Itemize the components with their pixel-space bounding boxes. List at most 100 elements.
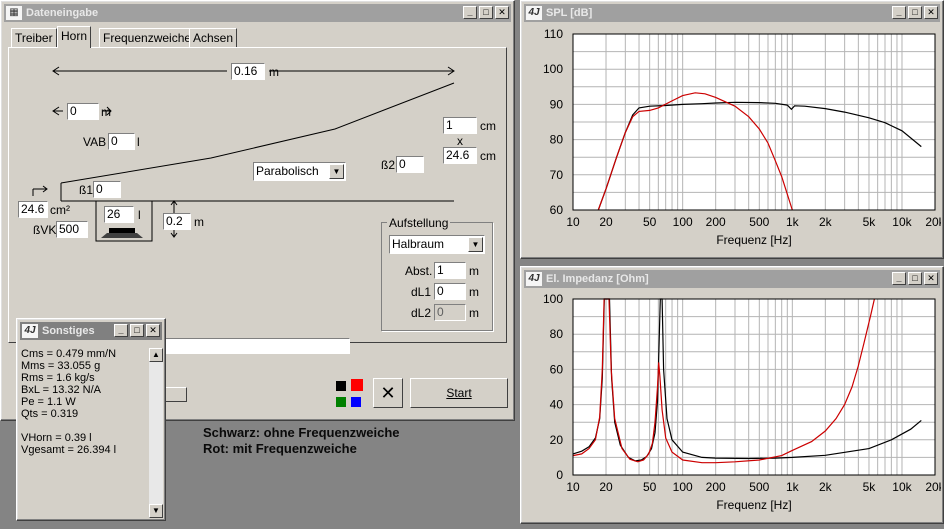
dl2-input: 0 — [434, 304, 466, 321]
throat-area-input[interactable]: 24.6 — [18, 201, 48, 218]
vab-unit: l — [137, 135, 140, 149]
spl-titlebar[interactable]: 4J SPL [dB] _ □ ✕ — [524, 4, 940, 22]
impedance-window: 4J El. Impedanz [Ohm] _ □ ✕ 0 20 40 60 80 100… — [520, 266, 944, 524]
spl-chart: 60 70 80 90 100 110 10 20 50 100 200 500 1k 2k 5k 10k 20… — [543, 27, 941, 247]
scroll-down-button[interactable]: ▼ — [149, 504, 163, 518]
info-line: VHorn = 0.39 l — [21, 432, 92, 444]
y-tick-label: 0 — [556, 468, 563, 482]
spl-title: SPL [dB] — [546, 7, 593, 19]
dl1-label: dL1 — [411, 285, 432, 299]
x-tick-label: 100 — [673, 480, 693, 494]
b1-input[interactable]: 0 — [93, 181, 121, 198]
gap-input[interactable]: 0.2 — [163, 213, 191, 230]
x-tick-label: 200 — [706, 480, 726, 494]
color-red-square[interactable] — [351, 379, 363, 391]
sonstiges-title: Sonstiges — [42, 325, 95, 337]
dl2-unit: m — [469, 306, 479, 320]
mouth-height-input[interactable]: 24.6 — [443, 147, 477, 164]
color-blue-square[interactable] — [351, 397, 361, 407]
b2-input[interactable]: 0 — [396, 156, 424, 173]
chevron-down-icon[interactable]: ▼ — [468, 237, 483, 252]
color-black-square[interactable] — [336, 381, 346, 391]
offset-input[interactable]: 0 — [67, 103, 99, 120]
x-tick-label: 10 — [566, 215, 580, 229]
mouth-width-input[interactable]: 1 — [443, 117, 477, 134]
x-tick-label: 20 — [599, 215, 613, 229]
sonstiges-scrollbar[interactable]: ▲ ▼ — [149, 348, 163, 518]
x-tick-label: 50 — [643, 215, 657, 229]
throat-area-unit: cm² — [50, 203, 70, 217]
legend-black: Schwarz: ohne Frequenzweiche — [203, 425, 400, 440]
y-tick-label: 60 — [550, 203, 564, 217]
x-tick-label: 50 — [643, 480, 657, 494]
x-tick-label: 5k — [863, 215, 877, 229]
bvk-input[interactable]: 500 — [56, 221, 88, 238]
x-axis-label: Frequenz [Hz] — [716, 498, 791, 512]
y-tick-label: 90 — [550, 97, 564, 111]
comment-input[interactable] — [161, 338, 350, 354]
chevron-down-icon[interactable]: ▼ — [329, 164, 344, 179]
dl1-input[interactable]: 0 — [434, 283, 466, 300]
x-tick-label: 20k — [925, 480, 941, 494]
x-tick-label: 500 — [749, 215, 769, 229]
tab-horn[interactable]: Horn — [57, 26, 92, 48]
abst-label: Abst. — [405, 264, 433, 278]
sonstiges-content: Cms = 0.479 mm/N Mms = 33.055 g Rms = 1.6 … — [21, 348, 147, 518]
x-tick-label: 20k — [925, 215, 941, 229]
info-line: Mms = 33.055 g — [21, 360, 101, 372]
offset-unit: m — [101, 105, 111, 119]
start-button[interactable]: Start — [410, 378, 508, 408]
impedance-chart: 0 20 40 60 80 100 10 20 50 100 200 500 1k 2k 5k 10k 20k F… — [543, 292, 941, 512]
gap-unit: m — [194, 215, 204, 229]
aufstellung-select[interactable]: Halbraum ▼ — [389, 235, 485, 254]
vab-label: VAB — [83, 135, 107, 149]
scroll-up-button[interactable]: ▲ — [149, 348, 163, 362]
y-tick-label: 110 — [544, 27, 563, 41]
horn-shape-value: Parabolisch — [256, 164, 319, 178]
abst-input[interactable]: 1 — [434, 262, 466, 279]
x-tick-label: 200 — [706, 215, 726, 229]
sonstiges-window: 4J Sonstiges _ □ ✕ Cms = 0.479 mm/N Mms =… — [16, 318, 166, 521]
close-button[interactable]: ✕ — [146, 324, 160, 337]
maximize-button[interactable]: □ — [908, 6, 922, 19]
app-logo-icon: 4J — [526, 6, 542, 20]
minimize-button[interactable]: _ — [892, 272, 906, 285]
x-tick-label: 10k — [892, 215, 912, 229]
minimize-button[interactable]: _ — [892, 6, 906, 19]
x-tick-label: 100 — [673, 215, 693, 229]
maximize-button[interactable]: □ — [908, 272, 922, 285]
vab-input[interactable]: 0 — [108, 133, 135, 150]
impedance-titlebar[interactable]: 4J El. Impedanz [Ohm] _ □ ✕ — [524, 270, 940, 288]
chamber-volume-unit: l — [138, 208, 141, 222]
close-button[interactable]: ✕ — [924, 6, 938, 19]
dl2-label: dL2 — [411, 306, 432, 320]
sonstiges-titlebar[interactable]: 4J Sonstiges _ □ ✕ — [20, 322, 162, 340]
impedance-title: El. Impedanz [Ohm] — [546, 273, 649, 285]
info-line: BxL = 13.32 N/A — [21, 384, 102, 396]
horn-shape-select[interactable]: Parabolisch ▼ — [253, 162, 346, 181]
x-tick-label: 2k — [819, 480, 833, 494]
x-tick-label: 5k — [863, 480, 877, 494]
clear-button[interactable]: ✕ — [373, 378, 403, 408]
aufstellung-label: Aufstellung — [387, 216, 451, 230]
x-tick-label: 10k — [892, 480, 912, 494]
dl1-unit: m — [469, 285, 479, 299]
b2-label: ß2 — [381, 158, 396, 172]
y-tick-label: 40 — [550, 398, 564, 412]
horn-length-input[interactable]: 0.16 — [231, 63, 265, 80]
minimize-button[interactable]: _ — [114, 324, 128, 337]
y-tick-label: 100 — [543, 62, 563, 76]
y-tick-label: 80 — [550, 327, 564, 341]
abst-unit: m — [469, 264, 479, 278]
app-logo-icon: 4J — [22, 324, 38, 338]
maximize-button[interactable]: □ — [130, 324, 144, 337]
color-green-square[interactable] — [336, 397, 346, 407]
y-tick-label: 60 — [550, 362, 564, 376]
x-tick-label: 1k — [786, 480, 800, 494]
spl-window: 4J SPL [dB] _ □ ✕ 60 70 80 90 100 110 10 20 50 10… — [520, 0, 944, 259]
close-button[interactable]: ✕ — [924, 272, 938, 285]
info-line: Qts = 0.319 — [21, 408, 79, 420]
y-tick-label: 100 — [543, 292, 563, 306]
chamber-volume-input[interactable]: 26 — [104, 206, 134, 223]
legend-red: Rot: mit Frequenzweiche — [203, 441, 357, 456]
